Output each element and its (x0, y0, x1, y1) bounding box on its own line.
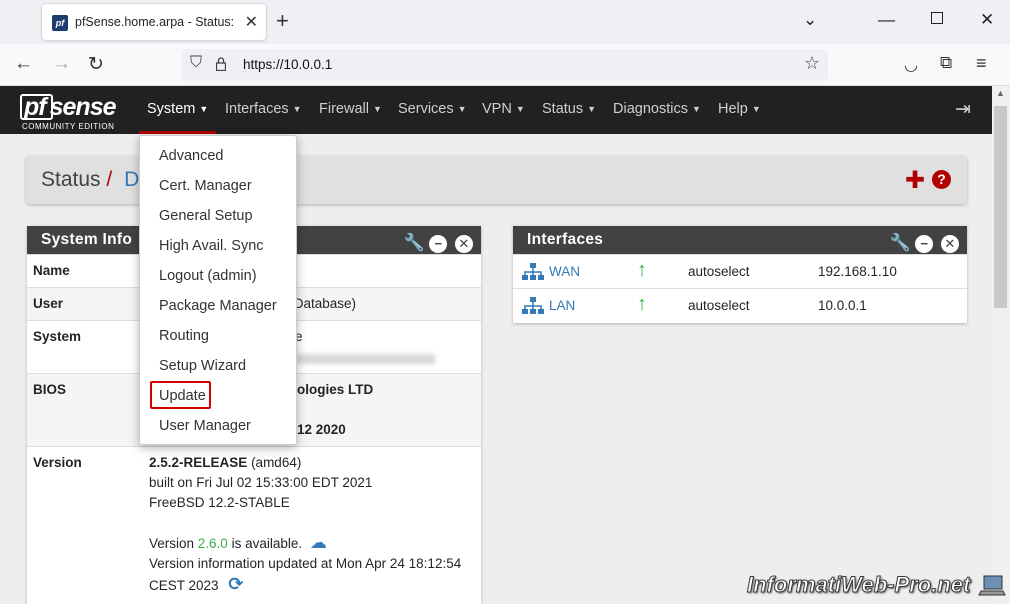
network-icon (522, 297, 544, 314)
close-panel-icon[interactable]: ✕ (941, 235, 959, 253)
interface-link-lan[interactable]: LAN (549, 298, 575, 313)
menu-item-general-setup[interactable]: General Setup (159, 208, 253, 224)
logo-subtitle: COMMUNITY EDITION (22, 122, 115, 131)
menu-item-user-manager[interactable]: User Manager (159, 418, 251, 434)
laptop-icon (978, 575, 1006, 596)
nav-diagnostics[interactable]: Diagnostics ▼ (613, 86, 701, 134)
minimize-panel-icon[interactable]: − (429, 235, 448, 253)
nav-interfaces[interactable]: Interfaces ▼ (225, 86, 302, 134)
address-bar[interactable]: ⛉ https://10.0.0.1 ☆ (182, 49, 828, 81)
minimize-panel-icon[interactable]: − (915, 235, 934, 253)
network-icon (522, 263, 544, 280)
interface-link-wan[interactable]: WAN (549, 264, 580, 279)
back-icon[interactable]: ← (14, 53, 33, 75)
lock-icon[interactable] (216, 57, 226, 71)
interfaces-panel: Interfaces 🔧 − ✕ WAN ↑ autoselect 192.16… (513, 226, 967, 323)
menu-item-advanced[interactable]: Advanced (159, 148, 224, 164)
menu-item-setup-wizard[interactable]: Setup Wizard (159, 358, 246, 374)
pfsense-logo[interactable]: pf sense COMMUNITY EDITION (20, 90, 130, 132)
pocket-icon[interactable]: ◡ (904, 55, 918, 75)
close-window-icon[interactable]: ✕ (980, 10, 994, 30)
wrench-icon[interactable]: 🔧 (404, 234, 425, 252)
menu-item-cert-manager[interactable]: Cert. Manager (159, 178, 252, 194)
nav-system[interactable]: System ▼ (139, 86, 217, 134)
reload-icon[interactable]: ↻ (88, 53, 104, 76)
menu-item-high-avail-sync[interactable]: High Avail. Sync (159, 238, 264, 254)
shield-icon[interactable]: ⛉ (190, 54, 202, 72)
add-widget-icon[interactable]: ✚ (905, 166, 925, 195)
caret-down-icon: ▼ (587, 104, 597, 114)
menu-item-package-manager[interactable]: Package Manager (159, 298, 277, 314)
caret-down-icon: ▼ (292, 104, 302, 114)
close-tab-icon[interactable]: ✕ (245, 12, 258, 32)
browser-toolbar: ← → ↻ ⛉ https://10.0.0.1 ☆ ◡ ⧉ ≡ (0, 44, 1010, 86)
nav-status[interactable]: Status ▼ (542, 86, 596, 134)
wrench-icon[interactable]: 🔧 (890, 234, 911, 252)
help-icon[interactable]: ? (932, 170, 951, 189)
caret-down-icon: ▼ (751, 104, 761, 114)
breadcrumb-dashboard-link[interactable]: D (124, 168, 139, 191)
scrollbar-thumb[interactable] (994, 106, 1007, 308)
nav-firewall[interactable]: Firewall ▼ (319, 86, 382, 134)
nav-help[interactable]: Help ▼ (718, 86, 761, 134)
page-scrollbar[interactable]: ▲ (992, 86, 1010, 604)
menu-item-routing[interactable]: Routing (159, 328, 209, 344)
minimize-icon[interactable]: — (878, 10, 895, 30)
refresh-icon[interactable]: ⟳ (228, 574, 243, 594)
table-row: WAN ↑ autoselect 192.168.1.10 (513, 254, 967, 288)
cloud-download-icon[interactable]: ☁ (310, 533, 327, 552)
pfsense-navbar: pf sense COMMUNITY EDITION System ▼ Interf… (0, 86, 992, 134)
tab-title: pfSense.home.arpa - Status: Dashboard (75, 15, 235, 29)
table-row: LAN ↑ autoselect 10.0.0.1 (513, 288, 967, 322)
scroll-up-icon[interactable]: ▲ (996, 88, 1005, 98)
forward-icon[interactable]: → (52, 53, 71, 75)
menu-item-logout[interactable]: Logout (admin) (159, 268, 257, 284)
available-version-link[interactable]: 2.6.0 (198, 536, 228, 551)
caret-down-icon: ▼ (691, 104, 701, 114)
watermark-text: InformatiWeb-Pro.net (746, 572, 971, 598)
system-dropdown-menu: Advanced Cert. Manager General Setup Hig… (139, 135, 297, 445)
menu-item-update[interactable]: Update (159, 388, 206, 404)
new-tab-icon[interactable]: + (276, 9, 289, 33)
bookmark-star-icon[interactable]: ☆ (804, 53, 820, 74)
caret-down-icon: ▼ (515, 104, 525, 114)
status-up-arrow-icon: ↑ (637, 293, 647, 315)
caret-down-icon: ▼ (199, 104, 209, 114)
extensions-icon[interactable]: ⧉ (940, 53, 952, 73)
version-info: 2.5.2-RELEASE (amd64) built on Fri Jul 0… (149, 455, 462, 594)
logout-icon[interactable]: ⇥ (955, 98, 971, 121)
page-title: Status / D (41, 168, 140, 191)
browser-tabbar: pf pfSense.home.arpa - Status: Dashboard… (0, 0, 1010, 44)
maximize-icon[interactable] (931, 12, 943, 24)
blurred-netgate-id (295, 354, 435, 365)
status-up-arrow-icon: ↑ (637, 259, 647, 281)
menu-icon[interactable]: ≡ (976, 53, 987, 74)
caret-down-icon: ▼ (372, 104, 382, 114)
caret-down-icon: ▼ (457, 104, 467, 114)
browser-tab[interactable]: pf pfSense.home.arpa - Status: Dashboard… (42, 4, 266, 40)
nav-vpn[interactable]: VPN ▼ (482, 86, 525, 134)
nav-services[interactable]: Services ▼ (398, 86, 467, 134)
url-text: https://10.0.0.1 (243, 57, 333, 72)
panel-title: Interfaces 🔧 − ✕ (513, 226, 967, 254)
tab-list-chevron-icon[interactable]: ⌄ (803, 10, 817, 30)
pfsense-favicon-icon: pf (52, 15, 68, 31)
close-panel-icon[interactable]: ✕ (455, 235, 473, 253)
table-row: Version 2.5.2-RELEASE (amd64) built on F… (27, 446, 481, 604)
